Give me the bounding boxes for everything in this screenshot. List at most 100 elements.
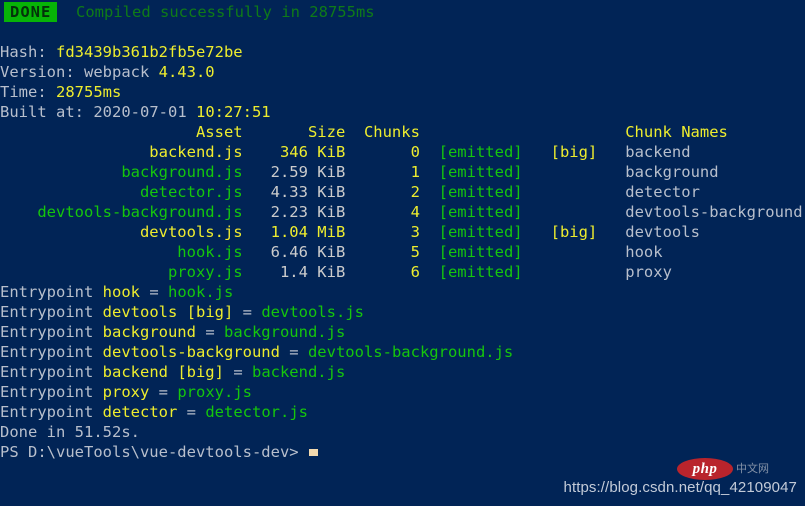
done-line: Done in 51.52s. (0, 423, 140, 441)
version-value: 4.43.0 (158, 63, 215, 81)
status-line: DONE Compiled successfully in 28755ms (0, 2, 805, 22)
table-row: devtools.js 1.04 MiB 3 [emitted] [big] d… (0, 222, 805, 242)
php-logo-text: php (677, 458, 733, 480)
big-tag (551, 163, 626, 181)
built-date: 2020-07-01 (93, 103, 196, 121)
entrypoint-keyword: Entrypoint (0, 383, 103, 401)
asset-chunks: 4 (345, 203, 420, 221)
entrypoint-name: proxy (102, 383, 159, 401)
status-badge: DONE (4, 2, 58, 22)
asset-chunks: 3 (345, 223, 420, 241)
entrypoint-name: devtools (102, 303, 187, 321)
asset-name: backend.js (0, 143, 243, 161)
asset-chunks: 5 (345, 243, 420, 261)
entrypoint-list: Entrypoint hook = hook.js Entrypoint devt… (0, 282, 805, 422)
asset-chunks: 6 (345, 263, 420, 281)
entrypoint-equals: = (149, 283, 168, 301)
chunk-name: backend (625, 143, 691, 161)
entrypoint-file: detector.js (205, 403, 308, 421)
entrypoint-keyword: Entrypoint (0, 283, 103, 301)
status-message: Compiled successfully in 28755ms (76, 3, 375, 21)
big-tag (551, 183, 626, 201)
watermark-url: https://blog.csdn.net/qq_42109047 (563, 479, 797, 496)
entrypoint-name: background (102, 323, 206, 341)
table-row: backend.js 346 KiB 0 [emitted] [big] bac… (0, 142, 805, 162)
entrypoint-row: Entrypoint background = background.js (0, 322, 805, 342)
asset-name: devtools-background.js (0, 203, 243, 221)
asset-name: proxy.js (0, 263, 243, 281)
asset-name: devtools.js (0, 223, 243, 241)
chunk-name: background (625, 163, 719, 181)
asset-size: 2.23 KiB (242, 203, 346, 221)
big-tag (551, 263, 626, 281)
entrypoint-row: Entrypoint detector = detector.js (0, 402, 805, 422)
asset-chunks: 0 (345, 143, 420, 161)
entrypoint-keyword: Entrypoint (0, 363, 103, 381)
entrypoint-equals: = (233, 363, 252, 381)
entrypoint-keyword: Entrypoint (0, 323, 103, 341)
entrypoint-file: devtools.js (261, 303, 364, 321)
asset-size: 1.4 KiB (242, 263, 346, 281)
chunk-name: devtools-background (625, 203, 803, 221)
entrypoint-equals: = (242, 303, 262, 321)
asset-chunks: 2 (345, 183, 420, 201)
chunk-name: hook (625, 243, 663, 261)
entrypoint-keyword: Entrypoint (0, 403, 103, 421)
emitted-tag: [emitted] (419, 203, 551, 221)
time-line: Time: 28755ms (0, 82, 805, 102)
emitted-tag: [emitted] (419, 163, 551, 181)
entrypoint-equals: = (158, 383, 178, 401)
big-tag: [big] (550, 143, 626, 161)
entrypoint-equals: = (289, 343, 308, 361)
entrypoint-file: backend.js (251, 363, 346, 381)
table-header-row: Asset Size Chunks Chunk Names (0, 122, 805, 142)
entrypoint-big-tag: [big] (177, 363, 234, 381)
table-row: detector.js 4.33 KiB 2 [emitted] detecto… (0, 182, 805, 202)
entrypoint-row: Entrypoint backend [big] = backend.js (0, 362, 805, 382)
entrypoint-equals: = (205, 323, 224, 341)
version-line: Version: webpack 4.43.0 (0, 62, 805, 82)
emitted-tag: [emitted] (419, 143, 551, 161)
entrypoint-equals: = (186, 403, 206, 421)
built-time: 10:27:51 (195, 103, 271, 121)
asset-size: 346 KiB (242, 143, 346, 161)
asset-size: 6.46 KiB (242, 243, 346, 261)
entrypoint-file: devtools-background.js (307, 343, 514, 361)
table-headers: Asset Size Chunks Chunk Names (0, 123, 728, 141)
entrypoint-name: detector (102, 403, 187, 421)
entrypoint-name: devtools-background (102, 343, 290, 361)
built-at-line: Built at: 2020-07-01 10:27:51 (0, 102, 805, 122)
hash-label: Hash: (0, 43, 56, 61)
entrypoint-row: Entrypoint devtools-background = devtool… (0, 342, 805, 362)
big-tag: [big] (550, 223, 626, 241)
entrypoint-file: hook.js (168, 283, 234, 301)
table-row: hook.js 6.46 KiB 5 [emitted] hook (0, 242, 805, 262)
entrypoint-keyword: Entrypoint (0, 303, 103, 321)
table-row: devtools-background.js 2.23 KiB 4 [emitt… (0, 202, 805, 222)
emitted-tag: [emitted] (419, 183, 551, 201)
asset-size: 4.33 KiB (242, 183, 346, 201)
asset-size: 1.04 MiB (242, 223, 346, 241)
entrypoint-file: background.js (223, 323, 346, 341)
time-value: 28755ms (56, 83, 122, 101)
time-label: Time: (0, 83, 56, 101)
text-cursor (308, 449, 318, 456)
table-row: proxy.js 1.4 KiB 6 [emitted] proxy (0, 262, 805, 282)
chunk-name: detector (625, 183, 700, 201)
built-label: Built at: (0, 103, 94, 121)
hash-line: Hash: fd3439b361b2fb5e72be (0, 42, 805, 62)
terminal-window[interactable]: DONE Compiled successfully in 28755ms Ha… (0, 0, 805, 506)
prompt-cwd: PS D:\vueTools\vue-devtools-dev> (0, 443, 299, 461)
emitted-tag: [emitted] (419, 263, 551, 281)
asset-size: 2.59 KiB (242, 163, 346, 181)
version-label: Version: webpack (0, 63, 159, 81)
asset-name: background.js (0, 163, 243, 181)
big-tag (551, 243, 626, 261)
asset-name: detector.js (0, 183, 243, 201)
entrypoint-keyword: Entrypoint (0, 343, 103, 361)
chunk-name: devtools (625, 223, 700, 241)
entrypoint-name: backend (102, 363, 178, 381)
asset-name: hook.js (0, 243, 243, 261)
hash-value: fd3439b361b2fb5e72be (56, 43, 243, 61)
